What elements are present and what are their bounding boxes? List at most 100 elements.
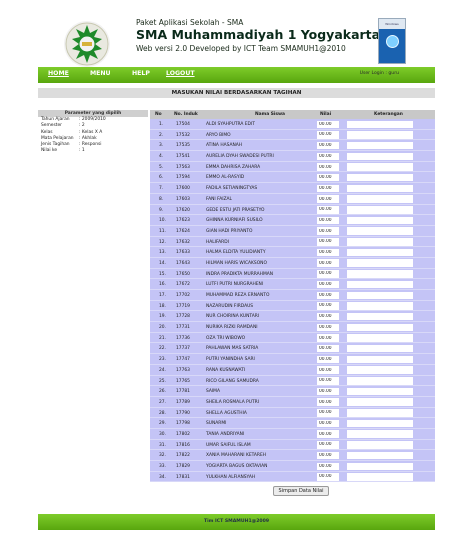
keterangan-input[interactable] bbox=[347, 248, 413, 257]
row-nis: 17672 bbox=[176, 282, 190, 288]
nav-menu-link[interactable]: MENU bbox=[90, 70, 111, 77]
nilai-input[interactable] bbox=[317, 441, 339, 449]
nav-help-link[interactable]: HELP bbox=[132, 70, 150, 77]
keterangan-input[interactable] bbox=[347, 312, 413, 321]
nilai-input[interactable] bbox=[317, 173, 339, 182]
table-row: 14. 17643 HILMAN HARIS WICAKSONO bbox=[150, 257, 435, 269]
keterangan-input[interactable] bbox=[347, 323, 413, 332]
keterangan-input[interactable] bbox=[347, 430, 413, 438]
row-no: 12. bbox=[159, 239, 166, 245]
row-nis: 17633 bbox=[176, 250, 190, 256]
nilai-input[interactable] bbox=[317, 355, 339, 364]
keterangan-input[interactable] bbox=[347, 238, 413, 246]
nilai-input[interactable] bbox=[317, 141, 339, 150]
row-student-name: INDRA PRADIKTA MURRAHMAN bbox=[206, 271, 274, 277]
nilai-input[interactable] bbox=[317, 377, 339, 385]
row-nis: 17643 bbox=[176, 260, 190, 266]
nilai-input[interactable] bbox=[317, 451, 339, 460]
nav-logout-link[interactable]: LOGOUT bbox=[166, 70, 195, 77]
keterangan-input[interactable] bbox=[347, 152, 413, 161]
nilai-input[interactable] bbox=[317, 248, 339, 257]
nilai-input[interactable] bbox=[317, 312, 339, 321]
nilai-input[interactable] bbox=[317, 120, 339, 128]
row-student-name: TANIA ANDRIYANI bbox=[206, 431, 245, 437]
table-row: 26. 17781 SAIMA bbox=[150, 386, 435, 397]
nilai-input[interactable] bbox=[317, 195, 339, 203]
keterangan-input[interactable] bbox=[347, 216, 413, 225]
table-row: 12. 17632 HALIFARDI bbox=[150, 236, 435, 248]
keterangan-input[interactable] bbox=[347, 206, 413, 214]
nilai-input[interactable] bbox=[317, 387, 339, 396]
nilai-input[interactable] bbox=[317, 280, 339, 289]
keterangan-input[interactable] bbox=[347, 419, 413, 428]
row-no: 33. bbox=[159, 464, 166, 469]
keterangan-input[interactable] bbox=[347, 387, 413, 396]
nilai-input[interactable] bbox=[317, 270, 339, 278]
row-nis: 17623 bbox=[176, 218, 190, 224]
keterangan-input[interactable] bbox=[347, 441, 413, 449]
row-student-name: PAHLAWAN MAS SATRIA bbox=[206, 346, 259, 352]
keterangan-input[interactable] bbox=[347, 141, 413, 150]
app-name: Paket Aplikasi Sekolah - SMA bbox=[136, 18, 244, 27]
row-no: 4. bbox=[159, 154, 164, 160]
table-row: 7. 17600 FADILA SETIANINGTYAS bbox=[150, 183, 435, 194]
keterangan-input[interactable] bbox=[347, 451, 413, 460]
keterangan-input[interactable] bbox=[347, 473, 413, 481]
nilai-input[interactable] bbox=[317, 184, 339, 193]
keterangan-input[interactable] bbox=[347, 355, 413, 364]
row-no: 2. bbox=[159, 132, 164, 138]
table-row: 1. 17504 ALDI SYAHPUTRA EDIT bbox=[150, 119, 435, 130]
nilai-input[interactable] bbox=[317, 238, 339, 246]
keterangan-input[interactable] bbox=[347, 366, 413, 374]
keterangan-input[interactable] bbox=[347, 227, 413, 235]
keterangan-input[interactable] bbox=[347, 120, 413, 128]
nilai-input[interactable] bbox=[317, 302, 339, 310]
keterangan-input[interactable] bbox=[347, 270, 413, 278]
nilai-input[interactable] bbox=[317, 291, 339, 299]
nilai-input[interactable] bbox=[317, 131, 339, 139]
row-nis: 17737 bbox=[176, 346, 190, 352]
keterangan-input[interactable] bbox=[347, 377, 413, 385]
param-value: : 1 bbox=[79, 148, 85, 154]
keterangan-input[interactable] bbox=[347, 462, 413, 470]
nilai-input[interactable] bbox=[317, 409, 339, 417]
keterangan-input[interactable] bbox=[347, 280, 413, 289]
keterangan-input[interactable] bbox=[347, 291, 413, 299]
keterangan-input[interactable] bbox=[347, 344, 413, 353]
nilai-input[interactable] bbox=[317, 163, 339, 171]
keterangan-input[interactable] bbox=[347, 259, 413, 267]
nilai-input[interactable] bbox=[317, 323, 339, 332]
nilai-input[interactable] bbox=[317, 398, 339, 406]
nilai-input[interactable] bbox=[317, 419, 339, 428]
nilai-input[interactable] bbox=[317, 206, 339, 214]
keterangan-input[interactable] bbox=[347, 173, 413, 182]
keterangan-input[interactable] bbox=[347, 302, 413, 310]
nilai-input[interactable] bbox=[317, 473, 339, 481]
nilai-input[interactable] bbox=[317, 462, 339, 470]
row-no: 17. bbox=[159, 293, 166, 298]
nilai-input[interactable] bbox=[317, 334, 339, 342]
nilai-input[interactable] bbox=[317, 430, 339, 438]
keterangan-input[interactable] bbox=[347, 163, 413, 171]
table-body: 1. 17504 ALDI SYAHPUTRA EDIT 2. 17532 ARYO BI… bbox=[150, 119, 435, 483]
keterangan-input[interactable] bbox=[347, 409, 413, 417]
keterangan-input[interactable] bbox=[347, 398, 413, 406]
table-row: 27. 17789 SHEILA ROSMALA PUTRI bbox=[150, 396, 435, 408]
save-grades-button[interactable]: Simpan Data Nilai bbox=[273, 486, 329, 496]
row-nis: 17650 bbox=[176, 271, 190, 277]
nilai-input[interactable] bbox=[317, 344, 339, 353]
row-student-name: EMMO AL-RASYID bbox=[206, 175, 245, 181]
nilai-input[interactable] bbox=[317, 152, 339, 161]
keterangan-input[interactable] bbox=[347, 334, 413, 342]
table-row: 10. 17623 GHINNA KURNIAFI SUSILO bbox=[150, 215, 435, 226]
row-nis: 17798 bbox=[176, 421, 190, 427]
nilai-input[interactable] bbox=[317, 366, 339, 374]
keterangan-input[interactable] bbox=[347, 131, 413, 139]
nilai-input[interactable] bbox=[317, 227, 339, 235]
keterangan-input[interactable] bbox=[347, 195, 413, 203]
row-no: 9. bbox=[159, 207, 164, 213]
nilai-input[interactable] bbox=[317, 216, 339, 225]
nav-home-link[interactable]: HOME bbox=[48, 70, 69, 77]
nilai-input[interactable] bbox=[317, 259, 339, 267]
keterangan-input[interactable] bbox=[347, 184, 413, 193]
